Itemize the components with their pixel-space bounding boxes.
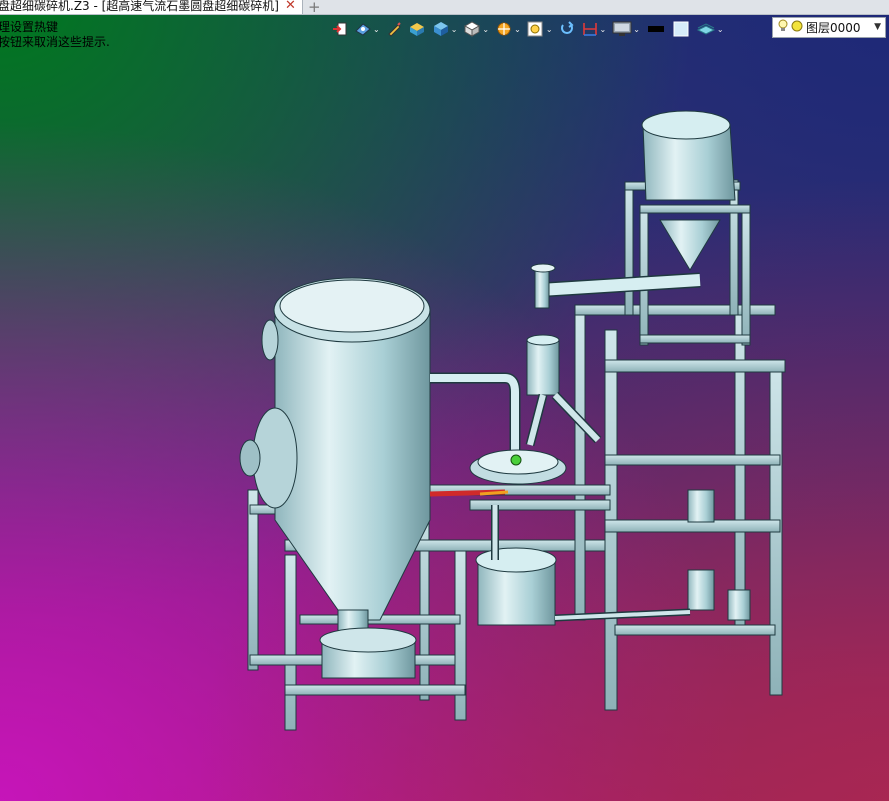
machine-model	[239, 110, 786, 731]
